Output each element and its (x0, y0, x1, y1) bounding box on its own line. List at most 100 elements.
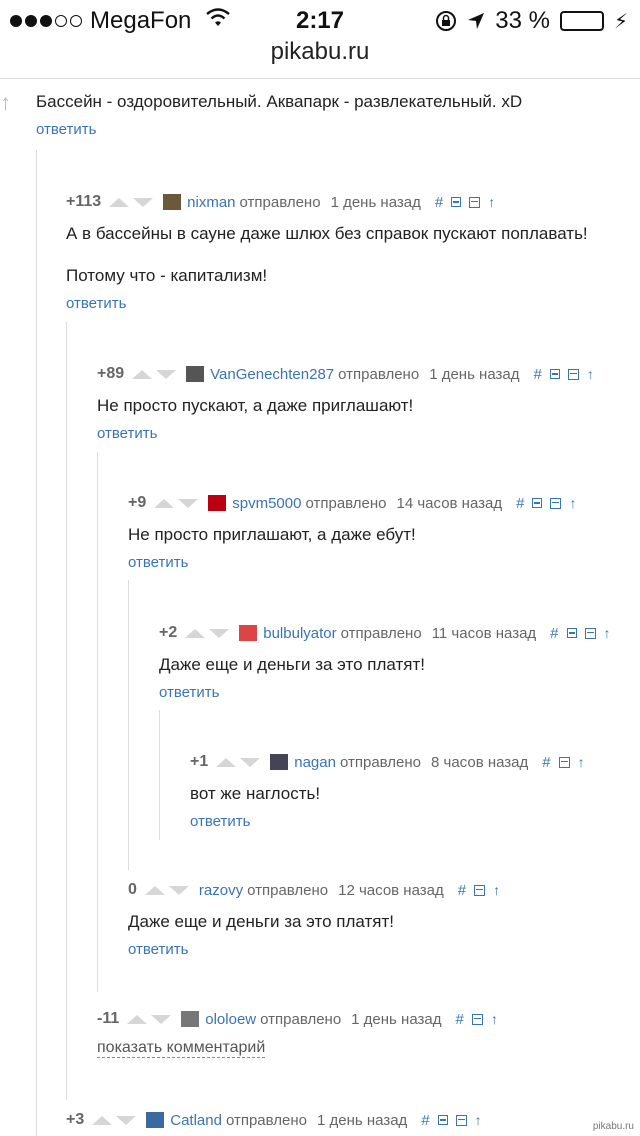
collapse-icon[interactable] (437, 1115, 448, 1125)
save-icon[interactable] (567, 368, 579, 380)
thread-line (36, 150, 37, 1136)
comment-text: Не просто пускают, а даже приглашают! (97, 396, 414, 415)
comment-meta: +3 Catland отправлено 1 день назад # ↑ (66, 1108, 482, 1132)
upvote-icon[interactable] (109, 197, 130, 207)
avatar[interactable] (181, 1011, 200, 1027)
comment-text: Даже еще и деньги за это платят! (159, 655, 425, 674)
upvote-icon[interactable] (154, 498, 175, 508)
downvote-icon[interactable] (178, 498, 199, 508)
save-icon[interactable] (471, 1013, 483, 1025)
thread-line (66, 322, 67, 1100)
comment-time: 1 день назад (317, 1111, 408, 1129)
username-link[interactable]: VanGenechten287 (210, 366, 334, 383)
reply-link[interactable]: ответить (159, 682, 219, 704)
avatar[interactable] (186, 366, 205, 382)
permalink-icon[interactable]: # (458, 882, 466, 899)
comment-meta: +1 nagan отправлено 8 часов назад # ↑ (190, 750, 585, 774)
sent-label: отправлено (340, 624, 422, 642)
upvote-icon[interactable] (92, 1115, 113, 1125)
avatar[interactable] (239, 625, 258, 641)
parent-arrow-icon[interactable]: ↑ (587, 366, 594, 382)
downvote-icon[interactable] (151, 1014, 172, 1024)
sent-label: отправлено (247, 881, 329, 899)
downvote-icon[interactable] (209, 628, 230, 638)
permalink-icon[interactable]: # (550, 625, 558, 642)
sent-label: отправлено (338, 365, 420, 383)
permalink-icon[interactable]: # (421, 1112, 429, 1129)
downvote-icon[interactable] (156, 369, 177, 379)
show-comment-link[interactable]: показать комментарий (97, 1039, 266, 1058)
username-link[interactable]: ololoew (205, 1011, 256, 1028)
save-icon[interactable] (550, 497, 562, 509)
downvote-icon[interactable] (168, 885, 189, 895)
collapse-icon[interactable] (566, 628, 577, 638)
collapse-icon[interactable] (451, 197, 462, 207)
comment: +3 Catland отправлено 1 день назад # ↑ (66, 1108, 482, 1132)
parent-arrow-icon[interactable]: ↑ (488, 194, 495, 210)
comment-score: +9 (128, 494, 147, 511)
upvote-icon[interactable] (132, 369, 153, 379)
avatar[interactable] (163, 194, 182, 210)
comment-score: +89 (97, 365, 125, 382)
comment-time: 1 день назад (351, 1010, 442, 1028)
avatar[interactable] (146, 1112, 165, 1128)
comment-time: 1 день назад (330, 193, 421, 211)
comment-meta: +2 bulbulyator отправлено 11 часов назад # ↑ (159, 621, 611, 645)
username-link[interactable]: bulbulyator (263, 625, 336, 642)
reply-link[interactable]: ответить (128, 939, 188, 961)
username-link[interactable]: razovy (199, 882, 243, 899)
save-icon[interactable] (584, 627, 596, 639)
save-icon[interactable] (455, 1114, 467, 1126)
comment-meta: +9 spvm5000 отправлено 14 часов назад # ↑ (128, 491, 576, 515)
save-icon[interactable] (469, 196, 481, 208)
username-link[interactable]: spvm5000 (232, 495, 301, 512)
thread-line (159, 710, 160, 840)
reply-link[interactable]: ответить (128, 552, 188, 574)
upvote-icon[interactable] (185, 628, 206, 638)
location-icon (468, 13, 485, 29)
comment-text: Потому что - капитализм! (66, 266, 268, 285)
downvote-icon[interactable] (133, 197, 154, 207)
upvote-icon[interactable]: ↑ (0, 90, 11, 116)
divider (0, 78, 640, 79)
avatar[interactable] (208, 495, 227, 511)
comment-meta: +89 VanGenechten287 отправлено 1 день назад… (97, 362, 594, 386)
comment-score: +113 (66, 193, 102, 210)
avatar[interactable] (270, 754, 289, 770)
sent-label: отправлено (339, 753, 422, 771)
parent-arrow-icon[interactable]: ↑ (604, 625, 611, 641)
comment-score: 0 (128, 881, 137, 898)
permalink-icon[interactable]: # (516, 495, 524, 512)
username-link[interactable]: Catland (170, 1112, 222, 1129)
save-icon[interactable] (558, 756, 570, 768)
permalink-icon[interactable]: # (455, 1011, 463, 1028)
parent-arrow-icon[interactable]: ↑ (569, 495, 576, 511)
upvote-icon[interactable] (127, 1014, 148, 1024)
address-bar[interactable]: pikabu.ru (0, 38, 640, 74)
reply-link[interactable]: ответить (97, 423, 157, 445)
battery-percent: 33 % (495, 7, 550, 34)
collapse-icon[interactable] (532, 498, 543, 508)
downvote-icon[interactable] (240, 757, 261, 767)
parent-arrow-icon[interactable]: ↑ (578, 754, 585, 770)
permalink-icon[interactable]: # (542, 754, 550, 771)
upvote-icon[interactable] (216, 757, 237, 767)
parent-arrow-icon[interactable]: ↑ (475, 1112, 482, 1128)
reply-link[interactable]: ответить (66, 293, 126, 315)
save-icon[interactable] (474, 884, 486, 896)
reply-link[interactable]: ответить (36, 119, 96, 141)
downvote-icon[interactable] (116, 1115, 137, 1125)
permalink-icon[interactable]: # (534, 366, 542, 383)
username-link[interactable]: nixman (187, 194, 235, 211)
comment: +2 bulbulyator отправлено 11 часов назад # ↑ Д… (159, 621, 611, 701)
parent-arrow-icon[interactable]: ↑ (493, 882, 500, 898)
username-link[interactable]: nagan (294, 754, 336, 771)
upvote-icon[interactable] (144, 885, 165, 895)
status-bar: MegaFon 2:17 33 % ⚡ (0, 0, 640, 40)
collapse-icon[interactable] (549, 369, 560, 379)
parent-arrow-icon[interactable]: ↑ (491, 1011, 498, 1027)
comment-text: Не просто приглашают, а даже ебут! (128, 525, 416, 544)
permalink-icon[interactable]: # (435, 194, 443, 211)
reply-link[interactable]: ответить (190, 811, 250, 833)
comment: -11 ololoew отправлено 1 день назад # ↑ показа… (97, 1007, 498, 1058)
